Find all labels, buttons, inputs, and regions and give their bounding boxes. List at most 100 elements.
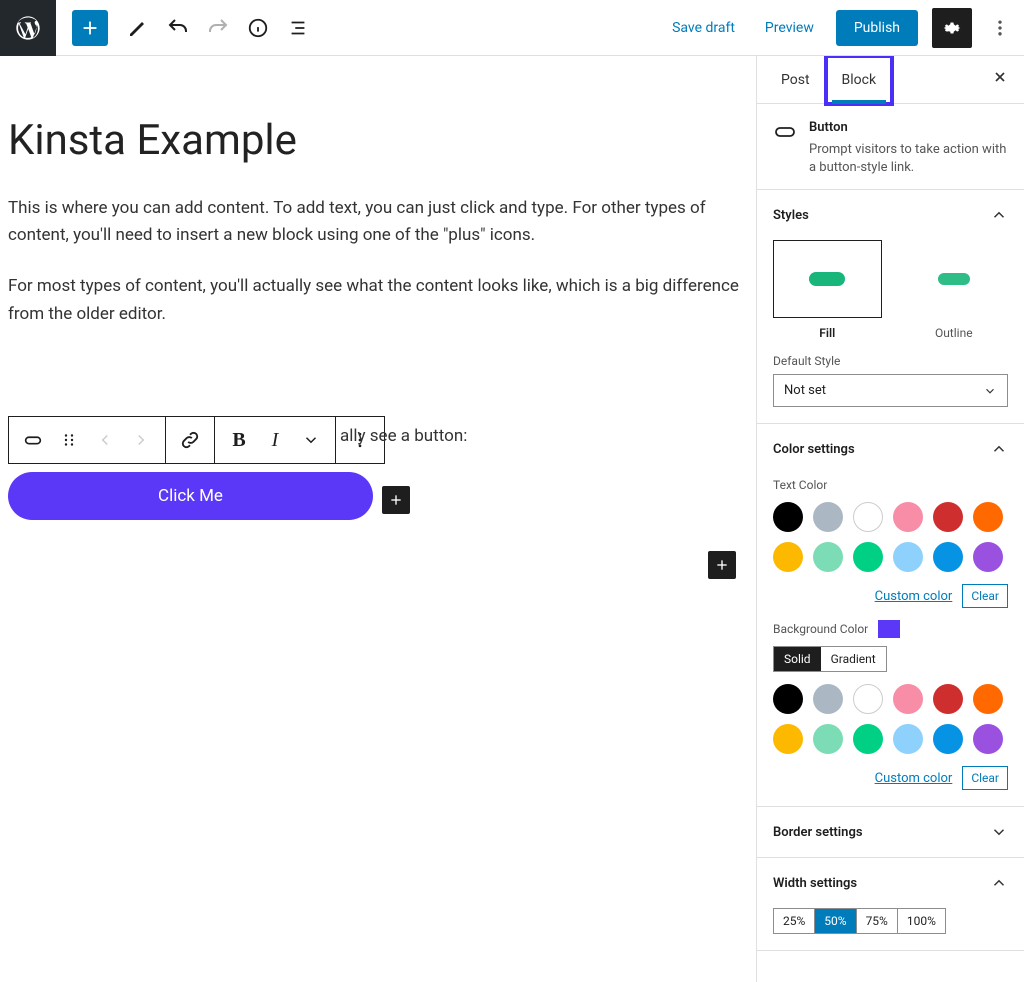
button-block-icon	[22, 429, 44, 451]
block-toolbar: B I	[8, 416, 385, 464]
modes-button[interactable]	[118, 10, 158, 46]
chevron-up-icon	[990, 874, 1008, 892]
close-sidebar-button[interactable]	[986, 63, 1014, 96]
width-toggle[interactable]: Width settings	[757, 858, 1024, 908]
page-title[interactable]: Kinsta Example	[8, 116, 748, 165]
wp-logo[interactable]	[0, 0, 56, 56]
color-swatch[interactable]	[893, 542, 923, 572]
bg-color-indicator	[878, 620, 900, 638]
bg-custom-color[interactable]: Custom color	[875, 771, 953, 786]
list-view-icon	[287, 17, 309, 39]
width-option[interactable]: 100%	[898, 909, 945, 933]
width-option[interactable]: 75%	[857, 909, 898, 933]
paragraph-2[interactable]: For most types of content, you'll actual…	[8, 273, 748, 327]
undo-button[interactable]	[158, 10, 198, 46]
color-swatch[interactable]	[893, 684, 923, 714]
chevron-right-icon	[132, 431, 150, 449]
add-block-inline-button[interactable]	[382, 486, 410, 514]
button-block[interactable]: Click Me	[8, 472, 373, 520]
color-swatch[interactable]	[933, 684, 963, 714]
tab-post[interactable]: Post	[767, 58, 824, 102]
settings-sidebar: Post Block Button Prompt visitors to tak…	[756, 56, 1024, 982]
block-description: Prompt visitors to take action with a bu…	[809, 141, 1008, 177]
color-swatch[interactable]	[893, 502, 923, 532]
toolbar-right: Save draft Preview Publish	[664, 8, 1024, 48]
color-swatch[interactable]	[853, 502, 883, 532]
redo-icon	[206, 16, 230, 40]
paragraph-1[interactable]: This is where you can add content. To ad…	[8, 195, 748, 249]
bg-color-clear[interactable]: Clear	[962, 766, 1008, 790]
bg-mode-gradient[interactable]: Gradient	[821, 647, 886, 671]
color-swatch[interactable]	[893, 724, 923, 754]
color-swatch[interactable]	[933, 724, 963, 754]
outline-button[interactable]	[278, 10, 318, 46]
border-section: Border settings	[757, 807, 1024, 858]
default-style-label: Default Style	[773, 354, 1008, 368]
bg-color-swatches	[773, 684, 1008, 754]
color-swatch[interactable]	[813, 542, 843, 572]
color-swatch[interactable]	[853, 724, 883, 754]
info-button[interactable]	[238, 10, 278, 46]
wordpress-icon	[14, 14, 42, 42]
color-swatch[interactable]	[973, 724, 1003, 754]
tab-block[interactable]: Block	[824, 56, 895, 106]
text-color-clear[interactable]: Clear	[962, 584, 1008, 608]
italic-button[interactable]: I	[257, 417, 293, 463]
sidebar-tabs: Post Block	[757, 56, 1024, 104]
settings-button[interactable]	[932, 8, 972, 48]
color-swatch[interactable]	[813, 724, 843, 754]
text-custom-color[interactable]: Custom color	[875, 589, 953, 604]
bold-button[interactable]: B	[221, 417, 257, 463]
style-outline[interactable]: Outline	[900, 240, 1009, 340]
drag-icon	[60, 431, 78, 449]
vertical-dots-icon	[990, 18, 1010, 38]
add-block-button[interactable]	[72, 10, 108, 46]
bg-mode-solid[interactable]: Solid	[774, 647, 821, 671]
add-block-after-button[interactable]	[708, 551, 736, 579]
color-swatch[interactable]	[973, 502, 1003, 532]
more-options-button[interactable]	[986, 8, 1014, 48]
color-swatch[interactable]	[773, 684, 803, 714]
chevron-up-icon	[990, 206, 1008, 224]
save-draft-button[interactable]: Save draft	[664, 14, 743, 42]
redo-button[interactable]	[198, 10, 238, 46]
move-right-button[interactable]	[123, 417, 159, 463]
width-option[interactable]: 25%	[774, 909, 815, 933]
plus-icon	[79, 17, 101, 39]
gear-icon	[941, 17, 963, 39]
move-left-button[interactable]	[87, 417, 123, 463]
width-option[interactable]: 50%	[815, 909, 856, 933]
color-swatch[interactable]	[813, 684, 843, 714]
block-type-button[interactable]	[15, 417, 51, 463]
color-swatch[interactable]	[853, 684, 883, 714]
border-header: Border settings	[773, 825, 863, 840]
editor-canvas[interactable]: Kinsta Example This is where you can add…	[0, 56, 756, 982]
more-formatting-button[interactable]	[293, 417, 329, 463]
color-swatch[interactable]	[853, 542, 883, 572]
color-swatch[interactable]	[933, 542, 963, 572]
color-swatch[interactable]	[973, 684, 1003, 714]
link-button[interactable]	[172, 417, 208, 463]
color-swatch[interactable]	[773, 502, 803, 532]
button-element[interactable]: Click Me	[8, 472, 373, 520]
style-fill[interactable]: Fill	[773, 240, 882, 340]
color-toggle[interactable]: Color settings	[757, 424, 1024, 474]
border-toggle[interactable]: Border settings	[757, 807, 1024, 857]
text-color-swatches	[773, 502, 1008, 572]
bg-mode-segmented: Solid Gradient	[773, 646, 887, 672]
default-style-select[interactable]: Not set	[773, 374, 1008, 407]
pencil-icon	[126, 16, 150, 40]
color-swatch[interactable]	[933, 502, 963, 532]
drag-handle[interactable]	[51, 417, 87, 463]
chevron-down-icon	[983, 384, 997, 398]
publish-button[interactable]: Publish	[836, 10, 918, 46]
color-section: Color settings Text Color Custom color C…	[757, 424, 1024, 807]
preview-button[interactable]: Preview	[757, 14, 822, 42]
plus-icon	[714, 557, 730, 573]
styles-toggle[interactable]: Styles	[757, 190, 1024, 240]
color-swatch[interactable]	[773, 542, 803, 572]
block-info: Button Prompt visitors to take action wi…	[757, 104, 1024, 190]
color-swatch[interactable]	[773, 724, 803, 754]
color-swatch[interactable]	[813, 502, 843, 532]
color-swatch[interactable]	[973, 542, 1003, 572]
